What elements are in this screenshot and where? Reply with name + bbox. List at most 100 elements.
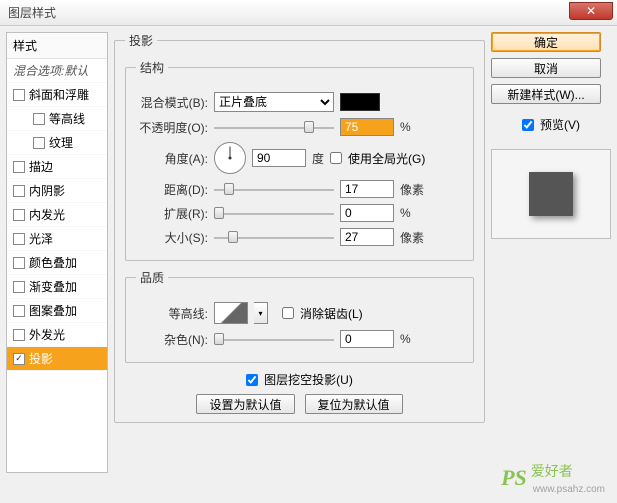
distance-label: 距离(D): — [136, 181, 208, 198]
style-row-color-overlay[interactable]: 颜色叠加 — [7, 251, 107, 275]
angle-dial[interactable] — [214, 142, 246, 174]
knockout-checkbox[interactable] — [246, 374, 258, 386]
blending-options-row[interactable]: 混合选项:默认 — [7, 59, 107, 83]
size-unit: 像素 — [400, 229, 424, 246]
style-row-texture[interactable]: 纹理 — [7, 131, 107, 155]
antialias-label: 消除锯齿(L) — [300, 305, 363, 322]
watermark-logo: PS — [501, 465, 527, 491]
blend-mode-label: 混合模式(B): — [136, 94, 208, 111]
distance-slider[interactable] — [214, 181, 334, 197]
contour-picker[interactable] — [214, 302, 248, 324]
close-button[interactable]: ✕ — [569, 2, 613, 20]
style-label: 颜色叠加 — [29, 254, 77, 271]
style-row-stroke[interactable]: 描边 — [7, 155, 107, 179]
contour-label: 等高线: — [136, 305, 208, 322]
distance-input[interactable]: 17 — [340, 180, 394, 198]
quality-legend: 品质 — [136, 269, 168, 286]
style-label: 纹理 — [49, 134, 73, 151]
style-row-outer-glow[interactable]: 外发光 — [7, 323, 107, 347]
noise-label: 杂色(N): — [136, 331, 208, 348]
checkbox[interactable] — [33, 113, 45, 125]
checkbox[interactable]: ✓ — [13, 353, 25, 365]
new-style-button[interactable]: 新建样式(W)... — [491, 84, 601, 104]
style-row-pattern-overlay[interactable]: 图案叠加 — [7, 299, 107, 323]
checkbox[interactable] — [13, 185, 25, 197]
preview-label: 预览(V) — [540, 116, 580, 133]
shadow-color-swatch[interactable] — [340, 93, 380, 111]
preview-box — [491, 149, 611, 239]
size-slider[interactable] — [214, 229, 334, 245]
drop-shadow-group: 投影 结构 混合模式(B): 正片叠底 不透明度(O): 75 % 角度(A): — [114, 32, 485, 423]
angle-unit: 度 — [312, 150, 324, 167]
spread-slider[interactable] — [214, 205, 334, 221]
style-label: 内阴影 — [29, 182, 65, 199]
style-label: 等高线 — [49, 110, 85, 127]
styles-panel: 样式 混合选项:默认 斜面和浮雕 等高线 纹理 描边 内阴影 内发光 光泽 颜色… — [6, 32, 108, 473]
styles-list: 混合选项:默认 斜面和浮雕 等高线 纹理 描边 内阴影 内发光 光泽 颜色叠加 … — [7, 59, 107, 371]
contour-dropdown[interactable]: ▾ — [254, 302, 268, 324]
structure-group: 结构 混合模式(B): 正片叠底 不透明度(O): 75 % 角度(A): 90 — [125, 59, 474, 261]
blending-options-label: 混合选项:默认 — [13, 62, 88, 79]
style-label: 内发光 — [29, 206, 65, 223]
preview-swatch — [529, 172, 573, 216]
checkbox[interactable] — [13, 281, 25, 293]
checkbox[interactable] — [13, 329, 25, 341]
checkbox[interactable] — [13, 233, 25, 245]
styles-header: 样式 — [7, 33, 107, 59]
checkbox[interactable] — [13, 257, 25, 269]
style-row-gradient-overlay[interactable]: 渐变叠加 — [7, 275, 107, 299]
titlebar: 图层样式 ✕ — [0, 0, 617, 26]
style-row-drop-shadow[interactable]: ✓ 投影 — [7, 347, 107, 371]
preview-checkbox[interactable] — [522, 119, 534, 131]
checkbox[interactable] — [13, 161, 25, 173]
antialias-checkbox[interactable] — [282, 307, 294, 319]
reset-default-button[interactable]: 复位为默认值 — [305, 394, 403, 414]
make-default-button[interactable]: 设置为默认值 — [196, 394, 294, 414]
noise-slider[interactable] — [214, 331, 334, 347]
spread-unit: % — [400, 206, 411, 220]
noise-input[interactable]: 0 — [340, 330, 394, 348]
watermark-text: 爱好者 — [531, 463, 573, 479]
size-label: 大小(S): — [136, 229, 208, 246]
global-light-label: 使用全局光(G) — [348, 150, 425, 167]
blend-mode-select[interactable]: 正片叠底 — [214, 92, 334, 112]
opacity-input[interactable]: 75 — [340, 118, 394, 136]
ok-button[interactable]: 确定 — [491, 32, 601, 52]
style-row-inner-glow[interactable]: 内发光 — [7, 203, 107, 227]
watermark-sub: www.psahz.com — [533, 484, 605, 495]
opacity-unit: % — [400, 120, 411, 134]
watermark: PS 爱好者 www.psahz.com — [501, 461, 605, 495]
distance-unit: 像素 — [400, 181, 424, 198]
quality-group: 品质 等高线: ▾ 消除锯齿(L) 杂色(N): 0 % — [125, 269, 474, 363]
checkbox[interactable] — [13, 209, 25, 221]
style-label: 渐变叠加 — [29, 278, 77, 295]
style-row-bevel[interactable]: 斜面和浮雕 — [7, 83, 107, 107]
group-title: 投影 — [125, 32, 157, 49]
style-row-satin[interactable]: 光泽 — [7, 227, 107, 251]
style-label: 斜面和浮雕 — [29, 86, 89, 103]
style-label: 投影 — [29, 350, 53, 367]
angle-label: 角度(A): — [136, 150, 208, 167]
style-row-contour[interactable]: 等高线 — [7, 107, 107, 131]
spread-input[interactable]: 0 — [340, 204, 394, 222]
close-icon: ✕ — [586, 4, 596, 18]
window-title: 图层样式 — [8, 4, 56, 21]
checkbox[interactable] — [13, 89, 25, 101]
style-label: 描边 — [29, 158, 53, 175]
style-label: 光泽 — [29, 230, 53, 247]
style-label: 图案叠加 — [29, 302, 77, 319]
checkbox[interactable] — [13, 305, 25, 317]
opacity-label: 不透明度(O): — [136, 119, 208, 136]
opacity-slider[interactable] — [214, 119, 334, 135]
angle-input[interactable]: 90 — [252, 149, 306, 167]
style-label: 外发光 — [29, 326, 65, 343]
knockout-label: 图层挖空投影(U) — [264, 371, 353, 388]
spread-label: 扩展(R): — [136, 205, 208, 222]
noise-unit: % — [400, 332, 411, 346]
global-light-checkbox[interactable] — [330, 152, 342, 164]
cancel-button[interactable]: 取消 — [491, 58, 601, 78]
structure-legend: 结构 — [136, 59, 168, 76]
checkbox[interactable] — [33, 137, 45, 149]
size-input[interactable]: 27 — [340, 228, 394, 246]
style-row-inner-shadow[interactable]: 内阴影 — [7, 179, 107, 203]
